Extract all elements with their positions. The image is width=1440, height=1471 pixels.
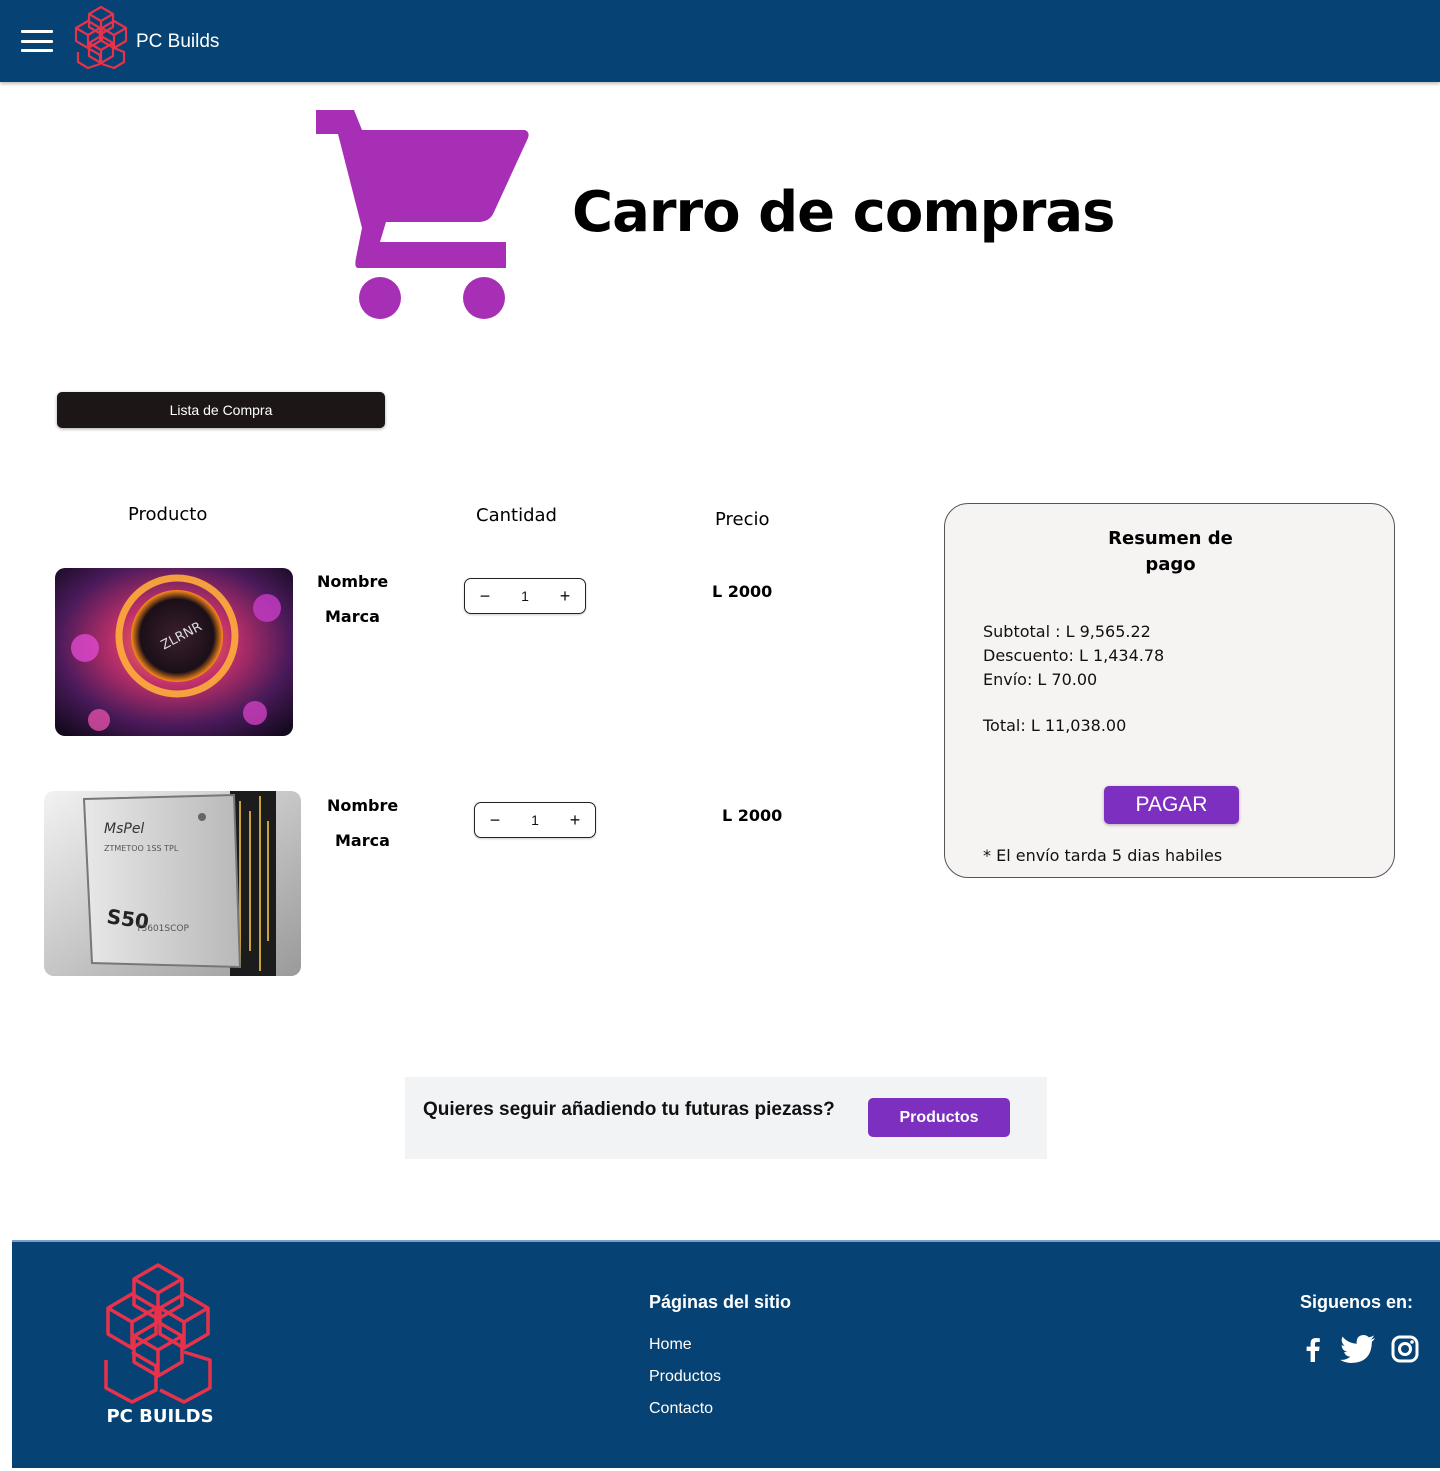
footer: PC BUILDS Páginas del sitio Home Product… — [12, 1240, 1440, 1468]
page-title: Carro de compras — [572, 180, 1115, 245]
subtotal-text: Subtotal : L 9,565.22 — [983, 622, 1151, 641]
discount-text: Descuento: L 1,434.78 — [983, 646, 1165, 665]
instagram-icon[interactable] — [1390, 1334, 1420, 1364]
shopping-cart-icon — [316, 110, 529, 319]
product-brand: Marca — [325, 607, 380, 626]
total-text: Total: L 11,038.00 — [983, 716, 1127, 735]
plus-icon[interactable]: + — [557, 587, 573, 605]
minus-icon[interactable]: − — [487, 811, 503, 829]
ssd-product-image[interactable]: MsPel ZTMETOO 1SS TPL S50 T3601SCOP — [44, 791, 301, 976]
shipping-note: * El envío tarda 5 dias habiles — [983, 846, 1223, 865]
column-header-price: Precio — [715, 509, 770, 530]
cube-logo-icon[interactable] — [70, 4, 132, 70]
pc-builds-footer-logo[interactable]: PC BUILDS — [88, 1260, 233, 1430]
footer-link-products[interactable]: Productos — [649, 1368, 721, 1386]
facebook-icon[interactable] — [1298, 1334, 1328, 1364]
page: PC Builds Carro de compras Lista de Comp… — [0, 0, 1440, 1471]
svg-text:MsPel: MsPel — [104, 821, 144, 837]
footer-logo-text: PC BUILDS — [106, 1406, 213, 1427]
brand-name[interactable]: PC Builds — [136, 31, 219, 53]
shopping-list-button[interactable]: Lista de Compra — [57, 392, 385, 428]
minus-icon[interactable]: − — [477, 587, 493, 605]
payment-summary-card: Resumen de pago Subtotal : L 9,565.22 De… — [944, 503, 1395, 878]
follow-us-title: Siguenos en: — [1300, 1292, 1414, 1312]
footer-link-home[interactable]: Home — [649, 1336, 692, 1354]
site-pages-title: Páginas del sitio — [649, 1292, 792, 1312]
quantity-value: 1 — [521, 588, 529, 604]
product-price: L 2000 — [712, 582, 773, 601]
svg-text:T3601SCOP: T3601SCOP — [135, 924, 189, 934]
continue-shopping-text: Quieres seguir añadiendo tu futuras piez… — [423, 1099, 835, 1120]
liquid-cooler-product-image[interactable]: ZLRNR — [55, 568, 293, 736]
continue-shopping-banner: Quieres seguir añadiendo tu futuras piez… — [405, 1077, 1047, 1159]
products-button[interactable]: Productos — [868, 1098, 1010, 1137]
summary-title: Resumen de pago — [945, 526, 1396, 578]
quantity-stepper[interactable]: − 1 + — [464, 578, 586, 614]
plus-icon[interactable]: + — [567, 811, 583, 829]
footer-link-contact[interactable]: Contacto — [649, 1400, 713, 1418]
quantity-stepper[interactable]: − 1 + — [474, 802, 596, 838]
hamburger-menu-icon[interactable] — [21, 30, 53, 52]
column-header-product: Producto — [128, 504, 208, 525]
svg-text:ZTMETOO 1SS TPL: ZTMETOO 1SS TPL — [104, 844, 179, 853]
product-price: L 2000 — [722, 806, 783, 825]
top-navbar: PC Builds — [0, 0, 1440, 82]
twitter-icon[interactable] — [1340, 1334, 1376, 1364]
summary-title-line: pago — [1145, 554, 1196, 575]
product-brand: Marca — [335, 831, 390, 850]
quantity-value: 1 — [531, 812, 539, 828]
shipping-text: Envío: L 70.00 — [983, 670, 1098, 689]
pay-button[interactable]: PAGAR — [1104, 786, 1239, 824]
summary-title-line: Resumen de — [1108, 528, 1233, 549]
summary-lines: Subtotal : L 9,565.22 Descuento: L 1,434… — [983, 620, 1164, 692]
column-header-quantity: Cantidad — [476, 505, 557, 526]
product-name[interactable]: Nombre — [327, 796, 398, 815]
product-name[interactable]: Nombre — [317, 572, 388, 591]
